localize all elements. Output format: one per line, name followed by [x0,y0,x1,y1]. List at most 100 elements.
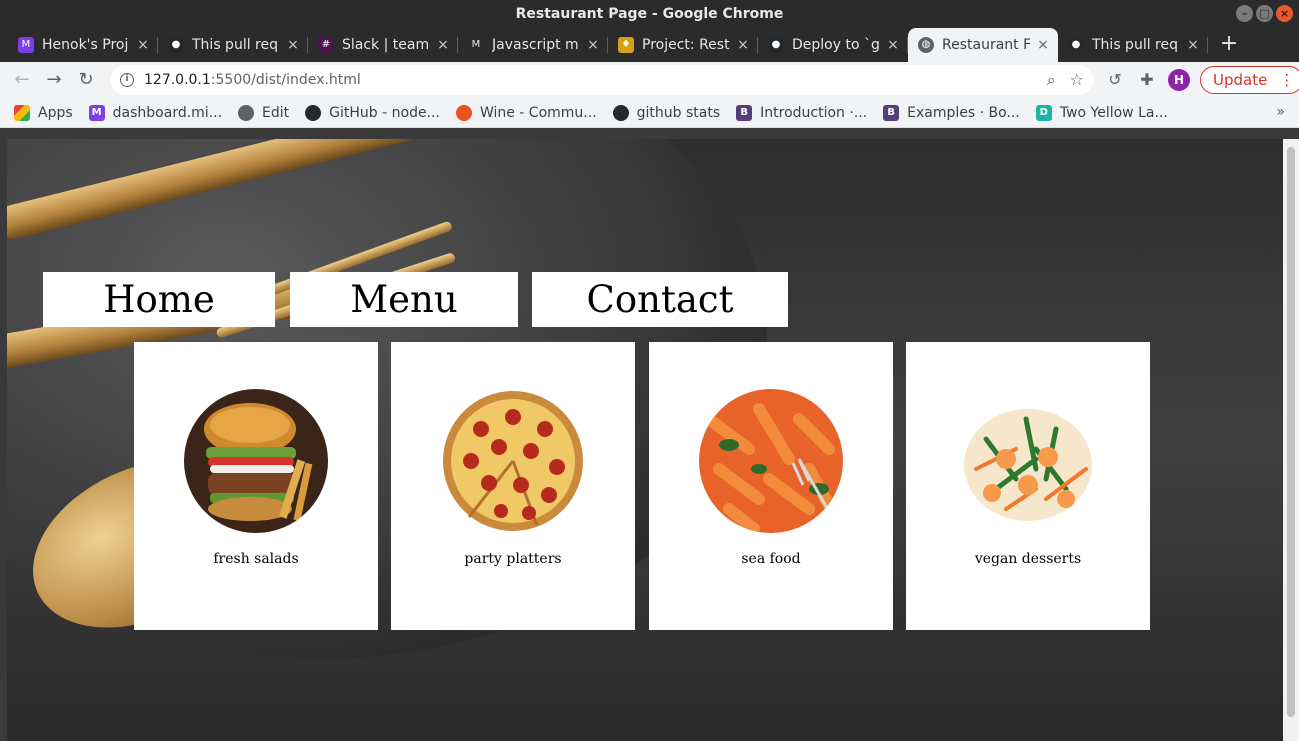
update-label: Update [1213,71,1268,89]
microverse-icon: M [18,37,34,53]
tab-title: This pull req [192,37,278,53]
window-controls: – □ × [1236,5,1293,22]
zoom-icon[interactable]: ⌕ [1047,70,1056,90]
apps-grid-icon [14,104,30,121]
url-host: 127.0.0.1 [144,72,211,88]
close-tab-icon[interactable]: × [436,37,450,53]
menu-card[interactable]: party platters [391,342,635,630]
bookmark-label: Wine - Commu... [479,104,597,121]
bookmark-apps[interactable]: Apps [14,104,73,121]
shrimp-salad-image [956,389,1100,533]
github-icon: ● [1068,37,1084,53]
bootstrap-icon: B [736,104,753,121]
pizza-image [441,389,585,533]
more-bookmarks-icon[interactable]: » [1276,104,1285,120]
new-tab-button[interactable]: + [1214,28,1244,62]
menu-card[interactable]: sea food [649,342,893,630]
globe-icon: ◍ [918,37,934,53]
close-tab-icon[interactable]: × [886,37,900,53]
tab-pull-request[interactable]: ● This pull req × [158,28,308,62]
bookmark-label: Examples · Bo... [907,104,1020,121]
bookmark-github-node[interactable]: GitHub - node... [305,104,440,121]
nav-contact-button[interactable]: Contact [532,272,788,327]
more-vertical-icon: ⋮ [1279,71,1295,89]
avatar[interactable]: H [1168,69,1190,91]
url-path: :5500/dist/index.html [210,72,361,88]
tab-strip: M Henok's Proj × ● This pull req × # Sla… [0,28,1299,62]
tab-title: Deploy to `g [792,37,880,53]
close-tab-icon[interactable]: × [1186,37,1200,53]
info-icon[interactable]: i [120,73,134,87]
bookmark-star-icon[interactable]: ☆ [1070,70,1084,90]
microverse-icon: M [471,39,481,50]
bookmark-label: Edit [262,104,290,121]
card-label: fresh salads [213,551,299,567]
github-icon: ● [168,37,184,53]
browser-toolbar: ← → ↻ i 127.0.0.1:5500/dist/index.html ⌕… [0,62,1299,98]
bookmarks-bar: Apps M dashboard.mi... Edit GitHub - nod… [0,98,1299,128]
tab-restaurant-page[interactable]: ◍ Restaurant F × [908,28,1058,62]
card-label: sea food [741,551,801,567]
reload-icon[interactable]: ↻ [70,64,102,96]
bookmark-label: github stats [636,104,721,121]
github-icon [612,104,629,121]
ubuntu-icon [455,104,472,121]
close-window-icon[interactable]: × [1276,5,1293,22]
window-title: Restaurant Page - Google Chrome [515,6,784,22]
pasta-image [699,389,843,533]
bootstrap-icon: B [883,104,900,121]
extension-refresh-icon[interactable]: ↺ [1104,69,1126,91]
bookmark-examples[interactable]: B Examples · Bo... [883,104,1020,121]
bookmark-label: Introduction ·... [760,104,868,121]
close-tab-icon[interactable]: × [286,37,300,53]
tab-pull-request-2[interactable]: ● This pull req × [1058,28,1208,62]
card-label: party platters [464,551,562,567]
github-icon: ● [768,37,784,53]
nav-home-button[interactable]: Home [43,272,275,327]
tab-title: Henok's Proj [42,37,129,53]
extensions-puzzle-icon[interactable]: ✚ [1136,69,1158,91]
update-button[interactable]: Update ⋮ [1200,66,1299,94]
d-icon: D [1035,104,1052,121]
close-tab-icon[interactable]: × [1036,37,1050,53]
nav-menu-button[interactable]: Menu [290,272,518,327]
forward-arrow-icon[interactable]: → [38,64,70,96]
close-tab-icon[interactable]: × [136,37,150,53]
page-scrollbar[interactable] [1283,139,1299,741]
address-bar[interactable]: i 127.0.0.1:5500/dist/index.html ⌕ ☆ [110,65,1094,95]
tab-slack[interactable]: # Slack | team- × [308,28,458,62]
bookmark-edit[interactable]: Edit [238,104,290,121]
scrollbar-thumb[interactable] [1287,147,1295,717]
github-icon [305,104,322,121]
bookmark-dashboard[interactable]: M dashboard.mi... [88,104,223,121]
tab-title: Project: Rest [642,37,730,53]
odin-icon: ♦ [618,37,634,53]
tab-title: Slack | team- [342,37,430,53]
bookmark-github-stats[interactable]: github stats [612,104,721,121]
burger-image [184,389,328,533]
globe-icon [238,104,255,121]
tab-deploy[interactable]: ● Deploy to `g × [758,28,908,62]
menu-card[interactable]: fresh salads [134,342,378,630]
close-tab-icon[interactable]: × [586,37,600,53]
bookmark-two-yellow[interactable]: D Two Yellow La... [1035,104,1168,121]
tab-javascript[interactable]: M Javascript m × [458,28,608,62]
close-tab-icon[interactable]: × [736,37,750,53]
tab-title: Restaurant F [942,37,1030,53]
minimize-icon[interactable]: – [1236,5,1253,22]
back-arrow-icon[interactable]: ← [6,64,38,96]
menu-card[interactable]: vegan desserts [906,342,1150,630]
url-text: 127.0.0.1:5500/dist/index.html [144,72,361,88]
tab-henoks-project[interactable]: M Henok's Proj × [8,28,158,62]
bookmark-introduction[interactable]: B Introduction ·... [736,104,868,121]
microverse-icon: M [88,104,105,121]
bookmark-wine[interactable]: Wine - Commu... [455,104,597,121]
maximize-icon[interactable]: □ [1256,5,1273,22]
bookmark-label: Two Yellow La... [1059,104,1168,121]
bookmark-label: Apps [38,104,73,121]
bookmark-label: dashboard.mi... [112,104,223,121]
page-viewport: Home Menu Contact fresh salads party pla… [7,139,1283,741]
bookmark-label: GitHub - node... [329,104,440,121]
window-titlebar: Restaurant Page - Google Chrome – □ × [0,0,1299,28]
tab-project-restaurant[interactable]: ♦ Project: Rest × [608,28,758,62]
